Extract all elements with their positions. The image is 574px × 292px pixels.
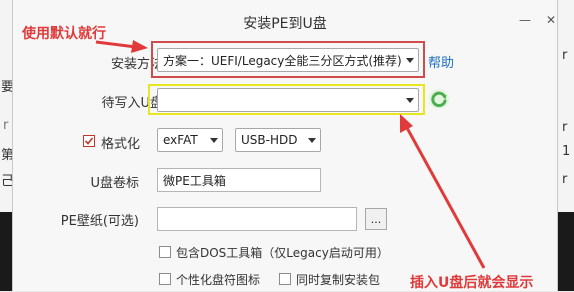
checkmark-icon: [84, 137, 94, 145]
dropdown-arrow-icon: [206, 137, 222, 143]
background-text: 1: [562, 144, 571, 159]
close-button[interactable]: ✕: [539, 8, 563, 32]
custom-drive-icon-checkbox[interactable]: [159, 273, 171, 285]
install-method-label: 安装方法: [110, 57, 163, 72]
background-dark-right: [556, 212, 574, 291]
minimize-icon: —: [519, 13, 531, 27]
copy-installer-checkbox[interactable]: [279, 273, 291, 285]
default-hint-annotation: 使用默认就行: [22, 26, 106, 42]
background-text: r: [562, 172, 568, 187]
custom-drive-icon-label: 个性化盘符图标: [176, 273, 261, 287]
insert-hint-annotation: 插入U盘后就会显示: [410, 275, 534, 291]
help-link[interactable]: 帮助: [428, 52, 454, 71]
volume-label-label: U盘卷标: [90, 176, 139, 191]
target-disk-highlight: [148, 84, 425, 115]
wallpaper-path-input[interactable]: [157, 207, 357, 231]
boot-mode-select[interactable]: USB-HDD: [235, 128, 321, 152]
background-dark-left: [0, 212, 12, 291]
format-checkbox[interactable]: [83, 135, 95, 147]
background-text: r: [562, 48, 568, 63]
minimize-button[interactable]: —: [513, 8, 537, 32]
copy-installer-label: 同时复制安装包: [296, 273, 381, 287]
dos-toolbox-label: 包含DOS工具箱（仅Legacy启动可用）: [176, 246, 389, 260]
close-icon: ✕: [545, 13, 557, 27]
background-text: r: [562, 120, 568, 135]
refresh-button[interactable]: [428, 88, 450, 110]
install-method-highlight: [151, 41, 425, 78]
boot-mode-value: USB-HDD: [241, 133, 298, 147]
filesystem-select[interactable]: exFAT: [157, 128, 223, 152]
refresh-icon: [429, 89, 449, 109]
browse-button[interactable]: ...: [365, 208, 387, 230]
dropdown-arrow-icon: [304, 137, 320, 143]
filesystem-value: exFAT: [163, 133, 198, 147]
wallpaper-label: PE壁纸(可选): [60, 214, 139, 229]
background-text: r: [3, 118, 9, 133]
install-pe-dialog: 安装PE到U盘 — ✕ 安装方法 方案一：UEFI/Legacy全能三分区方式(…: [12, 0, 558, 291]
dos-toolbox-checkbox[interactable]: [159, 246, 171, 258]
format-label: 格式化: [101, 137, 141, 152]
volume-label-input[interactable]: 微PE工具箱: [157, 168, 321, 192]
